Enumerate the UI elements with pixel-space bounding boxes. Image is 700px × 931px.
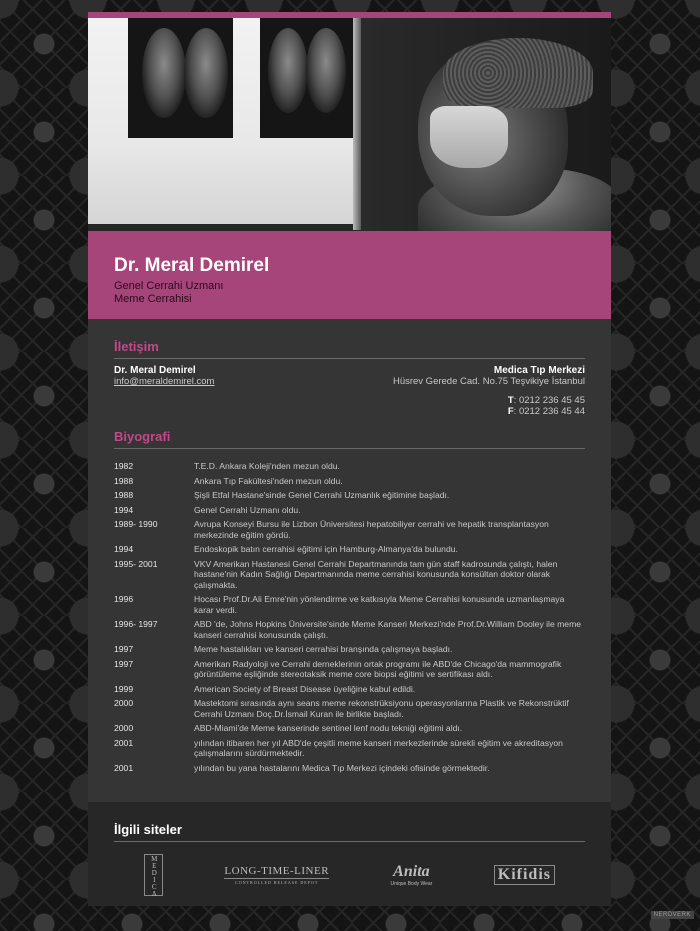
- bio-row: 1994 Endoskopik batın cerrahisi eğitimi i…: [114, 544, 585, 559]
- doctor-title-line1: Genel Cerrahi Uzmanı: [114, 280, 224, 292]
- bio-year: 1988: [114, 490, 134, 500]
- bio-year: 1988: [114, 475, 134, 486]
- bio-year: 1994: [114, 504, 134, 515]
- bio-year: 1996- 1997: [114, 619, 158, 629]
- bio-year: 2001: [114, 737, 134, 748]
- bio-row: 1989- 1990 Avrupa Konseyi Bursu ile Lizbo…: [114, 519, 585, 544]
- bio-text: ABD-Miami'de Meme kanserinde sentinel le…: [194, 723, 463, 733]
- hero-photo: [88, 18, 611, 231]
- contact-heading: İletişim: [114, 339, 585, 359]
- bio-year: 1982: [114, 461, 134, 471]
- biography-section: Biyografi 1982 T.E.D. Ankara Koleji'nden …: [88, 429, 611, 777]
- center-name: Medica Tıp Merkezi: [493, 365, 585, 376]
- designer-credit[interactable]: NERDVERK: [650, 911, 694, 919]
- center-address: Hüsrev Gerede Cad. No.75 Teşvikiye İstan…: [392, 376, 585, 387]
- bio-text: American Society of Breast Disease üyeli…: [194, 683, 416, 694]
- bio-year: 1989- 1990: [114, 519, 158, 529]
- bio-row: 2001 yılından itibaren her yıl ABD'de çeş…: [114, 738, 585, 763]
- bio-row: 1999 American Society of Breast Disease ü…: [114, 684, 585, 699]
- bio-text: Meme hastalıkları ve kanseri cerrahisi b…: [194, 644, 453, 654]
- surgical-cap: [443, 38, 593, 108]
- bio-year: 1994: [114, 544, 134, 554]
- bio-text: Mastektomi sırasında aynı seans meme rek…: [194, 698, 569, 719]
- contact-section: İletişim Dr. Meral Demirel info@meraldem…: [88, 339, 611, 417]
- contact-person-name: Dr. Meral Demirel: [114, 365, 196, 376]
- bio-text: Endoskopik batın cerrahisi eğitimi için …: [194, 544, 458, 554]
- bio-row: 1996 Hocası Prof.Dr.Ali Emre'nin yönlendi…: [114, 594, 585, 619]
- bio-text: Avrupa Konseyi Bursu ile Lizbon Üniversi…: [194, 519, 549, 540]
- bio-year: 1996: [114, 594, 134, 604]
- mammogram-film-left: [128, 18, 233, 138]
- bio-row: 1982 T.E.D. Ankara Koleji'nden mezun oldu…: [114, 461, 585, 476]
- bio-year: 1997: [114, 644, 134, 654]
- bio-row: 1995- 2001 VKV Amerikan Hastanesi Genel C…: [114, 559, 585, 595]
- bio-row: 1997 Meme hastalıkları ve kanseri cerrahi…: [114, 644, 585, 659]
- bio-text: T.E.D. Ankara Koleji'nden mezun oldu.: [194, 461, 340, 471]
- mammogram-film-right: [260, 18, 355, 138]
- name-banner: Dr. Meral Demirel Genel Cerrahi Uzmanı M…: [88, 231, 611, 319]
- longtimeliner-logo[interactable]: LONG-TIME-LINER CONTROLLED RELEASE DEPOT: [224, 865, 330, 885]
- bio-row: 1997 Amerikan Radyoloji ve Cerrahi dernek…: [114, 659, 585, 684]
- bio-text: Hocası Prof.Dr.Ali Emre'nin yönlendirme …: [194, 594, 565, 615]
- bio-text: Ankara Tıp Fakültesi'nden mezun oldu.: [194, 475, 343, 486]
- biography-table: 1982 T.E.D. Ankara Koleji'nden mezun oldu…: [114, 461, 585, 777]
- bio-text: VKV Amerikan Hastanesi Genel Cerrahi Dep…: [194, 558, 558, 590]
- bio-year: 1999: [114, 683, 134, 694]
- related-sites-footer: İlgili siteler MEDICA LONG-TIME-LINER CO…: [88, 802, 611, 906]
- surgical-mask: [430, 106, 508, 168]
- bio-text: yılından bu yana hastalarını Medica Tıp …: [194, 762, 490, 773]
- bio-row: 1988 Ankara Tıp Fakültesi'nden mezun oldu…: [114, 476, 585, 491]
- bio-row: 2000 Mastektomi sırasında aynı seans meme…: [114, 698, 585, 723]
- doctor-name: Dr. Meral Demirel: [114, 255, 270, 276]
- bio-row: 2000 ABD-Miami'de Meme kanserinde sentine…: [114, 723, 585, 738]
- kifidis-logo[interactable]: Kifidis: [493, 865, 555, 885]
- contact-center: Medica Tıp Merkezi Hüsrev Gerede Cad. No…: [393, 365, 585, 417]
- bio-year: 1997: [114, 658, 134, 669]
- email-link[interactable]: info@meraldemirel.com: [114, 376, 214, 387]
- fax-line: F: 0212 236 45 44: [507, 406, 585, 417]
- bio-year: 2001: [114, 762, 134, 773]
- phone-line: T: 0212 236 45 45: [507, 395, 585, 406]
- bio-year: 2000: [114, 723, 134, 733]
- bio-text: yılından itibaren her yıl ABD'de çeşitli…: [194, 737, 563, 759]
- bio-row: 1994 Genel Cerrahi Uzmanı oldu.: [114, 505, 585, 520]
- anita-logo[interactable]: Anita Unique Body Wear: [390, 863, 432, 887]
- bio-text: Genel Cerrahi Uzmanı oldu.: [194, 504, 301, 515]
- bio-year: 2000: [114, 698, 134, 708]
- biography-heading: Biyografi: [114, 429, 585, 449]
- bio-text: Amerikan Radyoloji ve Cerrahi dernekleri…: [194, 658, 562, 680]
- bio-year: 1995- 2001: [114, 558, 158, 569]
- page-container: Dr. Meral Demirel Genel Cerrahi Uzmanı M…: [88, 12, 611, 906]
- bio-text: Şişli Etfal Hastane'sinde Genel Cerrahi …: [194, 490, 450, 500]
- related-sites-heading: İlgili siteler: [114, 822, 585, 842]
- contact-person: Dr. Meral Demirel info@meraldemirel.com: [114, 365, 214, 417]
- bio-text: ABD 'de, Johns Hopkins Üniversite'sinde …: [194, 619, 582, 640]
- medica-logo[interactable]: MEDICA: [144, 854, 163, 897]
- doctor-title-line2: Meme Cerrahisi: [114, 293, 192, 305]
- bio-row: 1996- 1997 ABD 'de, Johns Hopkins Ünivers…: [114, 619, 585, 644]
- bio-row: 1988 Şişli Etfal Hastane'sinde Genel Cerr…: [114, 490, 585, 505]
- bio-row: 2001 yılından bu yana hastalarını Medica …: [114, 763, 585, 778]
